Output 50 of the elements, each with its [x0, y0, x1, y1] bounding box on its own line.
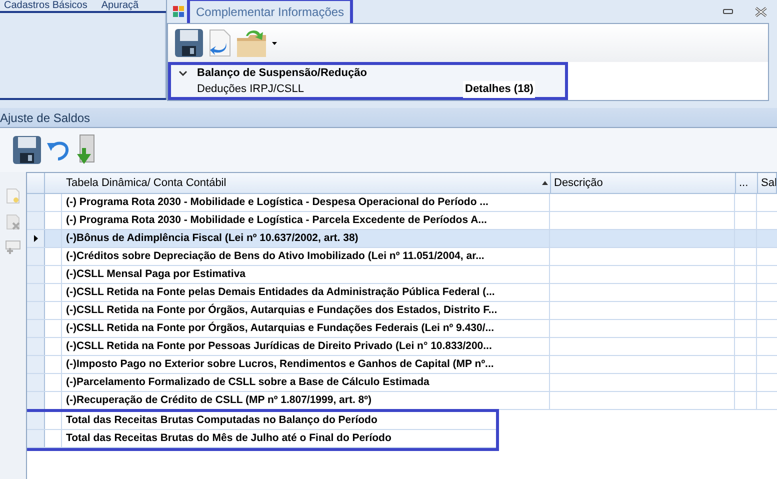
chevron-icon [179, 71, 187, 76]
add-row-icon[interactable] [5, 240, 21, 254]
table-cell: (-)Parcelamento Formalizado de CSLL sobre a Base de Cálculo Estimada [62, 374, 550, 391]
close-icon[interactable] [755, 6, 767, 16]
new-document-icon[interactable] [6, 188, 20, 204]
table-cell: (-)CSLL Retida na Fonte por Órgãos, Autarquias e Fundações Federais (Lei nº 9.430/... [62, 320, 550, 337]
document-arrow-icon[interactable] [74, 134, 96, 166]
table-cell: (-)Imposto Pago no Exterior sobre Lucros, Rendimentos e Ganhos de Capital (MP nº... [62, 356, 550, 373]
grid-row[interactable]: (-)CSLL Retida na Fonte pelas Demais Entidades da Administração Pública Federal (... [27, 284, 777, 302]
delete-document-icon[interactable] [6, 214, 20, 230]
grid-row[interactable]: (-)Bônus de Adimplência Fiscal (Lei nº 10.637/2002, art. 38) [27, 230, 777, 248]
grid-row[interactable]: (-)Imposto Pago no Exterior sobre Lucros, Rendimentos e Ganhos de Capital (MP nº... [27, 356, 777, 374]
grid-row[interactable]: (-)Recuperação de Crédito de CSLL (MP nº 1.807/1999, art. 8º) [27, 392, 777, 410]
column-header[interactable]: Descrição [551, 173, 736, 193]
undo-icon[interactable] [46, 139, 70, 161]
row-pointer-icon [34, 235, 38, 242]
details-count: Detalhes (18) [463, 81, 536, 98]
grid-row[interactable]: (-)CSLL Retida na Fonte por Órgãos, Autarquias e Fundações dos Estados, Distrito F... [27, 302, 777, 320]
table-cell: (-)Recuperação de Crédito de CSLL (MP nº 1.807/1999, art. 8º) [62, 392, 550, 409]
group-header[interactable]: Balanço de Suspensão/Redução [171, 65, 565, 82]
save-icon[interactable] [174, 28, 204, 58]
column-header[interactable]: ... [736, 173, 758, 193]
grid-row[interactable]: (-)Créditos sobre Depreciação de Bens do Ativo Imobilizado (Lei nº 11.051/2004, ar... [27, 248, 777, 266]
grid-row[interactable]: (-)CSLL Retida na Fonte por Pessoas Jurídicas de Direito Privado (Lei n° 10.833/200... [27, 338, 777, 356]
ribbon-tab[interactable]: Apuraçã [101, 0, 139, 11]
table-cell: (-)CSLL Mensal Paga por Estimativa [62, 266, 550, 283]
ribbon-tab[interactable]: Cadastros Básicos [4, 0, 88, 11]
table-cell: (-)Créditos sobre Depreciação de Bens do Ativo Imobilizado (Lei nº 11.051/2004, ar... [62, 248, 550, 265]
table-cell: (-) Programa Rota 2030 - Mobilidade e Logística - Parcela Excedente de Períodos A... [62, 212, 550, 229]
table-cell: (-)CSLL Retida na Fonte por Órgãos, Autarquias e Fundações dos Estados, Distrito F... [62, 302, 550, 319]
grid-row[interactable]: (-)CSLL Retida na Fonte por Órgãos, Autarquias e Fundações Federais (Lei nº 9.430/... [27, 320, 777, 338]
document-arrow-icon[interactable] [208, 29, 232, 57]
row-header[interactable] [27, 230, 45, 247]
minimize-icon[interactable] [723, 9, 733, 14]
window-icon [173, 6, 185, 18]
column-header[interactable]: Tabela Dinâmica/ Conta Contábil [63, 173, 551, 193]
table-cell: (-)CSLL Retida na Fonte por Pessoas Jurídicas de Direito Privado (Lei n° 10.833/200... [62, 338, 550, 355]
table-cell: (-)CSLL Retida na Fonte pelas Demais Entidades da Administração Pública Federal (... [62, 284, 550, 301]
save-icon[interactable] [12, 135, 42, 165]
group-row-label: Deduções IRPJ/CSLL [197, 82, 305, 98]
grid-row[interactable]: (-)CSLL Mensal Paga por Estimativa [27, 266, 777, 284]
table-cell: (-)Bônus de Adimplência Fiscal (Lei nº 10.637/2002, art. 38) [62, 230, 550, 247]
sort-ascending-icon [542, 181, 548, 185]
dropdown-caret-icon[interactable] [272, 42, 277, 44]
grid-row[interactable]: (-)Parcelamento Formalizado de CSLL sobre a Base de Cálculo Estimada [27, 374, 777, 392]
column-header[interactable]: Sal [758, 173, 777, 193]
grid-row[interactable]: (-) Programa Rota 2030 - Mobilidade e Logística - Despesa Operacional do Período ... [27, 194, 777, 212]
grid-row[interactable]: (-) Programa Rota 2030 - Mobilidade e Logística - Parcela Excedente de Períodos A... [27, 212, 777, 230]
panel-title: Ajuste de Saldos [0, 110, 90, 126]
table-cell: (-) Programa Rota 2030 - Mobilidade e Logística - Despesa Operacional do Período ... [62, 194, 550, 211]
